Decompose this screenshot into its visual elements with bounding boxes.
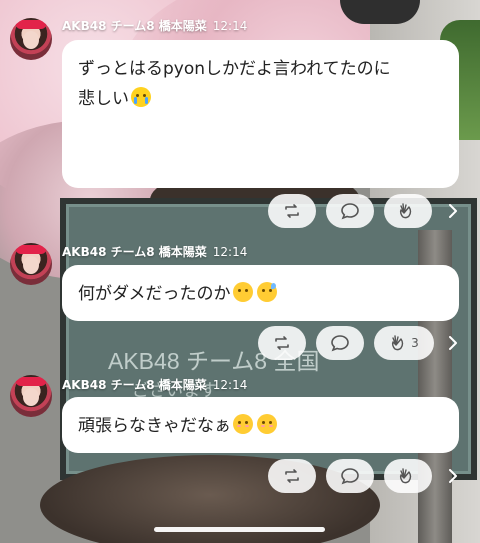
avatar-face <box>23 388 39 406</box>
chevron-right-icon[interactable] <box>446 194 460 228</box>
post-time: 12:14 <box>212 245 248 259</box>
comment-button[interactable] <box>326 459 374 493</box>
downcast-sweat-face-emoji <box>256 282 277 302</box>
reaction-bar: 3 <box>258 326 434 362</box>
reaction-bar <box>268 194 432 230</box>
author-name: AKB48 チーム8 橋本陽菜 <box>62 378 207 392</box>
author-name: AKB48 チーム8 橋本陽菜 <box>62 19 207 33</box>
message-bubble[interactable]: 頑張らなきゃだなぁ <box>62 397 459 453</box>
smiling-face-emoji <box>257 414 277 434</box>
comment-button[interactable] <box>326 194 374 228</box>
clap-button[interactable]: 3 <box>374 326 434 360</box>
repost-button[interactable] <box>268 194 316 228</box>
repost-button[interactable] <box>258 326 306 360</box>
smiling-face-emoji <box>233 414 253 434</box>
reaction-bar <box>268 459 432 495</box>
hair-bow <box>16 377 46 386</box>
avatar[interactable] <box>10 375 52 417</box>
comment-button[interactable] <box>316 326 364 360</box>
message-bubble[interactable]: ずっとはるpyonしかだよ言われてたのに 悲しい <box>62 40 459 188</box>
clap-button[interactable] <box>384 194 432 228</box>
avatar[interactable] <box>10 243 52 285</box>
loudly-crying-face-emoji <box>131 87 151 107</box>
post-header: AKB48 チーム8 橋本陽菜 12:14 <box>62 376 247 393</box>
post-time: 12:14 <box>212 19 248 33</box>
clap-icon <box>399 203 412 219</box>
comment-icon <box>341 203 359 220</box>
message-text: ずっとはるpyonしかだよ言われてたのに 悲しい <box>78 59 391 109</box>
post-header: AKB48 チーム8 橋本陽菜 12:14 <box>62 243 247 260</box>
comment-icon <box>331 335 349 352</box>
message-text: 頑張らなきゃだなぁ <box>78 411 443 441</box>
comment-icon <box>341 468 359 485</box>
repost-button[interactable] <box>268 459 316 493</box>
home-indicator[interactable] <box>154 527 325 532</box>
clap-count: 3 <box>411 336 419 350</box>
repost-icon <box>285 204 299 218</box>
avatar-face <box>23 256 39 274</box>
avatar-face <box>23 31 39 49</box>
repost-icon <box>275 336 289 350</box>
chevron-right-icon[interactable] <box>446 326 460 360</box>
frowning-face-emoji <box>232 282 253 302</box>
post-time: 12:14 <box>212 378 248 392</box>
post-header: AKB48 チーム8 橋本陽菜 12:14 <box>62 17 247 34</box>
author-name: AKB48 チーム8 橋本陽菜 <box>62 245 207 259</box>
message-text: 何がダメだったのか <box>78 279 443 309</box>
clap-button[interactable] <box>384 459 432 493</box>
message-bubble[interactable]: 何がダメだったのか <box>62 265 459 321</box>
chevron-right-icon[interactable] <box>446 459 460 493</box>
ceiling-device <box>340 0 420 24</box>
clap-icon <box>392 335 404 351</box>
clap-icon <box>399 468 412 484</box>
avatar[interactable] <box>10 18 52 60</box>
repost-icon <box>285 469 299 483</box>
hair-bow <box>16 20 46 29</box>
hair-bow <box>16 245 46 254</box>
